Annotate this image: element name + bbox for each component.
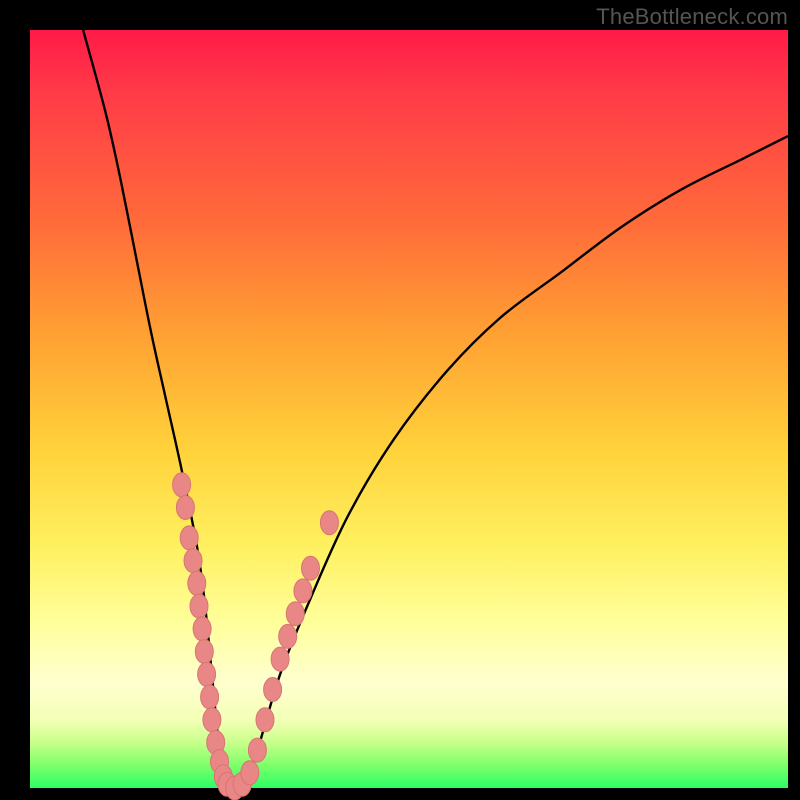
curve-marker: [195, 640, 213, 664]
plot-area: [30, 30, 788, 788]
curve-marker: [256, 708, 274, 732]
curve-marker: [248, 738, 266, 762]
curve-marker: [190, 594, 208, 618]
curve-marker: [184, 549, 202, 573]
curve-marker: [279, 624, 297, 648]
curve-marker: [271, 647, 289, 671]
bottleneck-curve: [83, 30, 788, 793]
curve-marker: [320, 511, 338, 535]
curve-marker: [241, 761, 259, 785]
curve-marker: [173, 473, 191, 497]
curve-marker: [264, 678, 282, 702]
curve-marker: [193, 617, 211, 641]
watermark-text: TheBottleneck.com: [596, 4, 788, 30]
chart-frame: TheBottleneck.com: [0, 0, 800, 800]
curve-marker: [286, 602, 304, 626]
curve-marker: [203, 708, 221, 732]
curve-svg: [30, 30, 788, 788]
curve-marker: [294, 579, 312, 603]
curve-markers: [173, 473, 339, 800]
curve-marker: [302, 556, 320, 580]
curve-marker: [198, 662, 216, 686]
curve-marker: [176, 496, 194, 520]
curve-marker: [201, 685, 219, 709]
curve-marker: [180, 526, 198, 550]
curve-marker: [188, 571, 206, 595]
